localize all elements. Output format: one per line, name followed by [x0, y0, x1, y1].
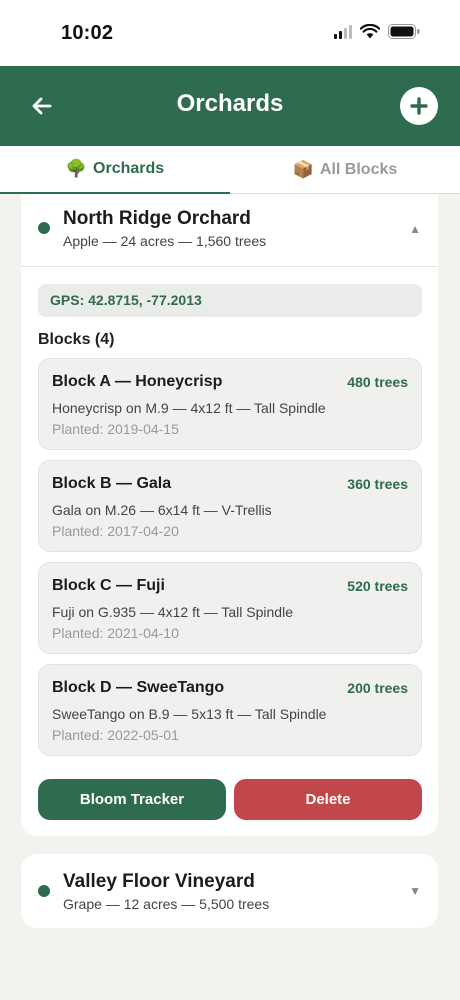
tab-orchards[interactable]: 🌳 Orchards	[0, 146, 230, 194]
block-tree-count: 200 trees	[347, 680, 408, 696]
block-card[interactable]: Block A — Honeycrisp 480 trees Honeycris…	[38, 358, 422, 450]
orchard-name: North Ridge Orchard	[63, 208, 251, 229]
delete-button[interactable]: Delete	[234, 779, 422, 820]
plus-icon	[410, 97, 428, 115]
block-card[interactable]: Block D — SweeTango 200 trees SweeTango …	[38, 664, 422, 756]
tab-bar: 🌳 Orchards 📦 All Blocks	[0, 146, 460, 194]
status-bar: 10:02	[0, 0, 460, 66]
block-description: Gala on M.26 — 6x14 ft — V-Trellis	[52, 502, 272, 518]
bloom-tracker-button[interactable]: Bloom Tracker	[38, 779, 226, 820]
orchard-header[interactable]: North Ridge Orchard Apple — 24 acres — 1…	[21, 194, 438, 266]
block-description: SweeTango on B.9 — 5x13 ft — Tall Spindl…	[52, 706, 327, 722]
blocks-heading: Blocks (4)	[38, 331, 115, 348]
add-orchard-button[interactable]	[400, 87, 438, 125]
orchard-meta: Grape — 12 acres — 5,500 trees	[63, 896, 270, 912]
block-name: Block A — Honeycrisp	[52, 373, 223, 390]
block-card[interactable]: Block C — Fuji 520 trees Fuji on G.935 —…	[38, 562, 422, 654]
status-dot	[38, 222, 50, 234]
app-header: Orchards	[0, 66, 460, 146]
cellular-signal-icon	[334, 24, 352, 39]
battery-icon	[388, 24, 420, 39]
block-card[interactable]: Block B — Gala 360 trees Gala on M.26 — …	[38, 460, 422, 552]
collapse-caret-icon[interactable]: ▲	[409, 222, 421, 236]
box-icon: 📦	[292, 160, 314, 179]
status-time: 10:02	[61, 22, 114, 44]
orchard-card: North Ridge Orchard Apple — 24 acres — 1…	[21, 194, 438, 836]
block-tree-count: 360 trees	[347, 476, 408, 492]
tab-all-blocks-label: All Blocks	[319, 161, 398, 178]
wifi-icon	[360, 24, 380, 39]
tab-all-blocks[interactable]: 📦 All Blocks	[230, 146, 460, 194]
block-description: Fuji on G.935 — 4x12 ft — Tall Spindle	[52, 604, 293, 620]
status-dot	[38, 885, 50, 897]
block-planted-date: Planted: 2019-04-15	[52, 421, 179, 437]
block-tree-count: 520 trees	[347, 578, 408, 594]
block-planted-date: Planted: 2022-05-01	[52, 727, 179, 743]
block-name: Block B — Gala	[52, 475, 172, 492]
divider	[21, 266, 438, 267]
orchard-header[interactable]: Valley Floor Vineyard Grape — 12 acres —…	[21, 854, 438, 928]
block-name: Block D — SweeTango	[52, 679, 225, 696]
orchard-name: Valley Floor Vineyard	[63, 871, 255, 892]
orchard-card[interactable]: Valley Floor Vineyard Grape — 12 acres —…	[21, 854, 438, 928]
block-name: Block C — Fuji	[52, 577, 165, 594]
block-planted-date: Planted: 2021-04-10	[52, 625, 179, 641]
tree-icon: 🌳	[65, 159, 88, 178]
gps-coordinates: GPS: 42.8715, -77.2013	[38, 284, 422, 317]
block-tree-count: 480 trees	[347, 374, 408, 390]
status-icons	[334, 24, 420, 39]
tab-orchards-label: Orchards	[93, 160, 165, 177]
page-title: Orchards	[176, 90, 284, 117]
orchard-meta: Apple — 24 acres — 1,560 trees	[63, 233, 267, 249]
expand-caret-icon[interactable]: ▼	[409, 884, 421, 898]
block-description: Honeycrisp on M.9 — 4x12 ft — Tall Spind…	[52, 400, 326, 416]
block-planted-date: Planted: 2017-04-20	[52, 523, 179, 539]
